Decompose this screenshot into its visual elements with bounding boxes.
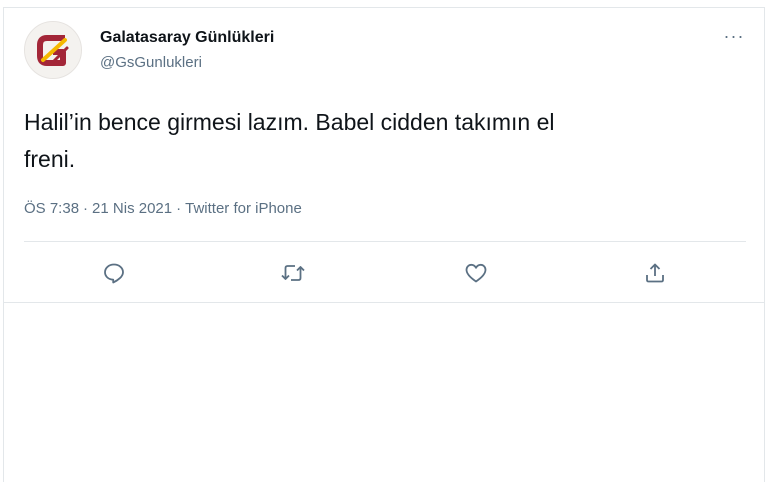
like-button[interactable] — [461, 259, 491, 287]
share-icon — [646, 263, 664, 283]
tweet-metadata: ÖS 7:38 · 21 Nis 2021 · Twitter for iPho… — [24, 200, 302, 217]
tweet-date[interactable]: 21 Nis 2021 — [92, 200, 172, 217]
card-separator — [3, 302, 765, 303]
heart-icon — [465, 263, 487, 283]
meta-separator: · — [83, 200, 89, 217]
tweet-time[interactable]: ÖS 7:38 — [24, 200, 79, 217]
divider — [24, 241, 746, 242]
retweet-icon — [281, 265, 305, 281]
more-options-icon[interactable]: ··· — [720, 26, 748, 46]
tweet-text: Halil’in bence girmesi lazım. Babel cidd… — [24, 109, 555, 172]
author-handle[interactable]: @GsGunlukleri — [100, 54, 202, 71]
retweet-button[interactable] — [278, 259, 308, 287]
reply-button[interactable] — [99, 259, 129, 287]
tweet-card — [3, 7, 765, 482]
meta-separator: · — [176, 200, 182, 217]
reply-icon — [104, 263, 124, 284]
avatar[interactable] — [24, 21, 82, 79]
galatasaray-logo-icon — [25, 22, 81, 78]
author-display-name[interactable]: Galatasaray Günlükleri — [100, 29, 274, 47]
tweet-source[interactable]: Twitter for iPhone — [185, 200, 302, 217]
share-button[interactable] — [640, 259, 670, 287]
